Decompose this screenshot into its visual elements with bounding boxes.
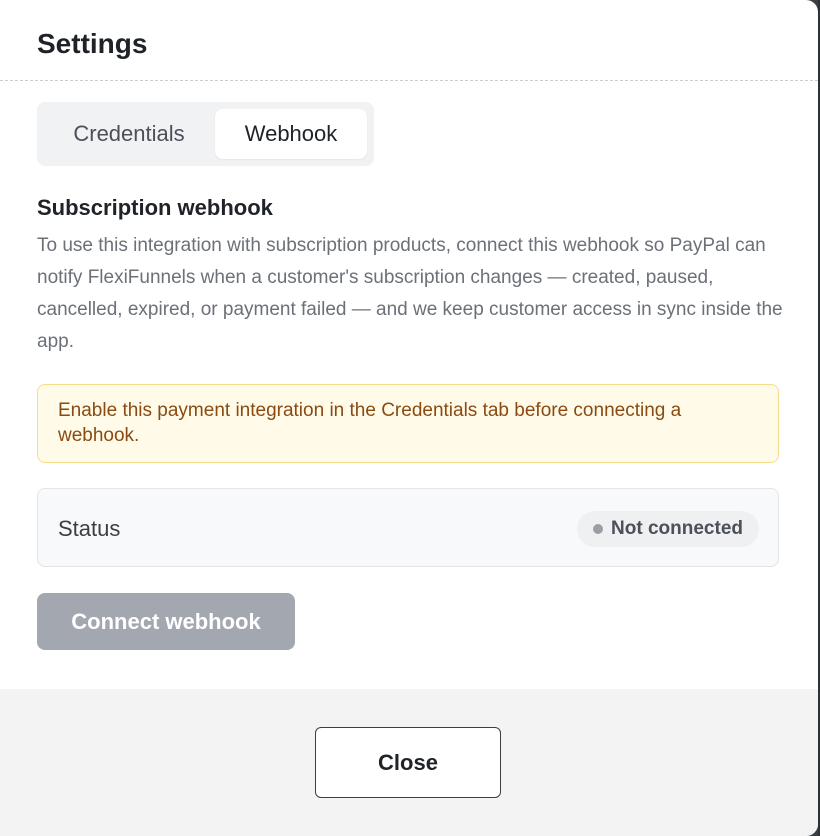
close-button[interactable]: Close [315,727,501,798]
tab-webhook[interactable]: Webhook [215,109,367,159]
status-dot-icon [593,524,604,534]
dialog-footer: Close [0,689,818,836]
tab-credentials[interactable]: Credentials [53,109,205,159]
status-badge: Not connected [577,511,759,547]
connect-webhook-button[interactable]: Connect webhook [37,593,295,650]
webhook-section-title: Subscription webhook [37,195,273,220]
status-panel: Status Not connected [37,488,779,567]
warning-alert-text: Enable this payment integration in the C… [58,400,682,446]
status-badge-text: Not connected [611,518,743,539]
status-label: Status [58,516,121,541]
settings-dialog: Settings Credentials Webhook Subscriptio… [0,0,818,836]
dialog-title: Settings [37,28,148,59]
dialog-header: Settings [0,0,818,81]
webhook-description: To use this integration with subscriptio… [37,235,783,352]
settings-tabs: Credentials Webhook [37,102,374,166]
warning-alert: Enable this payment integration in the C… [37,384,779,463]
